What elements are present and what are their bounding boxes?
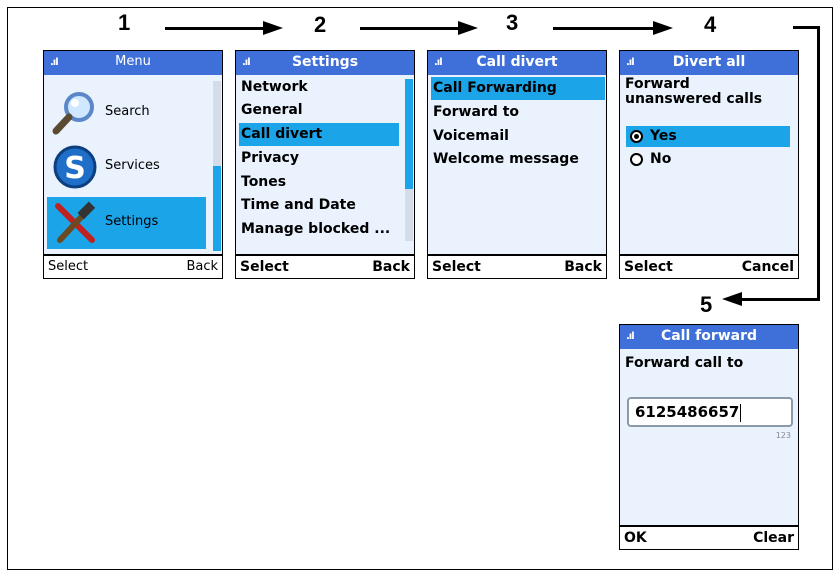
- menu-item-label: Search: [105, 104, 150, 119]
- radio-button[interactable]: [630, 130, 643, 143]
- radio-button[interactable]: [630, 153, 643, 166]
- step-number-4: 4: [704, 12, 717, 37]
- settings-item-general[interactable]: General: [239, 99, 399, 122]
- settings-item-call-divert[interactable]: Call divert: [239, 123, 399, 146]
- title-bar: .ıl Call forward: [620, 325, 798, 349]
- softkey-bar: Select Back: [44, 254, 222, 278]
- step-number-2: 2: [314, 12, 327, 37]
- screen-title: Call forward: [660, 328, 758, 344]
- phone-screen-call-divert: .ıl Call divert Call Forwarding Forward …: [427, 50, 607, 279]
- screen-title: Menu: [115, 54, 151, 69]
- divert-question-line2: unanswered calls: [625, 91, 763, 107]
- title-bar: .ıl Call divert: [428, 51, 606, 75]
- softkey-select[interactable]: Select: [240, 259, 289, 275]
- settings-item-manage-blocked[interactable]: Manage blocked ...: [239, 218, 399, 241]
- softkey-bar: Select Back: [428, 254, 606, 278]
- forward-number-input[interactable]: 6125486657: [627, 397, 793, 427]
- title-bar: .ıl Menu: [44, 51, 222, 75]
- divert-item-voicemail[interactable]: Voicemail: [431, 125, 605, 148]
- screen-title: Call divert: [476, 54, 558, 70]
- divert-item-forward-to[interactable]: Forward to: [431, 101, 605, 124]
- scrollbar-thumb[interactable]: [213, 166, 221, 251]
- step-number-1: 1: [118, 10, 131, 35]
- phone-screen-divert-all: .ıl Divert all Forward unanswered calls …: [619, 50, 799, 279]
- title-bar: .ıl Divert all: [620, 51, 798, 75]
- phone-screen-settings: .ıl Settings Network General Call divert…: [235, 50, 415, 279]
- magnifier-icon: [52, 92, 94, 135]
- softkey-bar: Select Cancel: [620, 254, 798, 278]
- softkey-cancel[interactable]: Cancel: [742, 259, 794, 275]
- softkey-select[interactable]: Select: [48, 259, 88, 274]
- divert-item-call-forwarding[interactable]: Call Forwarding: [431, 77, 605, 100]
- step-number-5: 5: [700, 292, 713, 317]
- softkey-bar: Select Back: [236, 254, 414, 278]
- menu-item-label: Settings: [105, 214, 159, 229]
- step-number-3: 3: [506, 10, 519, 35]
- divert-item-welcome-message[interactable]: Welcome message: [431, 148, 605, 171]
- forward-number-value: 6125486657: [635, 403, 740, 421]
- phone-screen-menu: .ıl Menu Search S Services Settings Sele…: [43, 50, 223, 279]
- forward-call-label: Forward call to: [625, 355, 744, 371]
- menu-item-services[interactable]: S Services: [47, 141, 206, 193]
- divert-question-line1: Forward: [625, 76, 690, 92]
- radio-option-no[interactable]: No: [626, 149, 790, 170]
- screen-title: Settings: [291, 54, 359, 70]
- menu-item-settings[interactable]: Settings: [47, 197, 206, 249]
- softkey-select[interactable]: Select: [432, 259, 481, 275]
- text-cursor: [740, 403, 742, 422]
- settings-item-tones[interactable]: Tones: [239, 171, 399, 194]
- phone-screen-call-forward: .ıl Call forward Forward call to 6125486…: [619, 324, 799, 550]
- tools-icon: [55, 201, 96, 243]
- radio-label: Yes: [650, 128, 677, 144]
- softkey-ok[interactable]: OK: [624, 530, 647, 546]
- softkey-back[interactable]: Back: [372, 259, 410, 275]
- settings-item-privacy[interactable]: Privacy: [239, 147, 399, 170]
- settings-item-network[interactable]: Network: [239, 76, 399, 99]
- divert-question: Forward unanswered calls: [625, 77, 762, 107]
- screen-title: Divert all: [672, 54, 746, 70]
- radio-option-yes[interactable]: Yes: [626, 126, 790, 147]
- title-bar: .ıl Settings: [236, 51, 414, 75]
- softkey-clear[interactable]: Clear: [753, 530, 794, 546]
- menu-item-label: Services: [105, 158, 160, 173]
- softkey-bar: OK Clear: [620, 525, 798, 549]
- softkey-back[interactable]: Back: [186, 259, 218, 274]
- svg-text:S: S: [64, 151, 86, 186]
- input-mode-indicator: 123: [775, 431, 791, 440]
- softkey-back[interactable]: Back: [564, 259, 602, 275]
- settings-item-time-date[interactable]: Time and Date: [239, 194, 399, 217]
- softkey-select[interactable]: Select: [624, 259, 673, 275]
- menu-item-search[interactable]: Search: [47, 87, 206, 139]
- scrollbar-thumb[interactable]: [405, 79, 413, 189]
- skype-icon: S: [53, 145, 97, 189]
- radio-label: No: [650, 151, 672, 167]
